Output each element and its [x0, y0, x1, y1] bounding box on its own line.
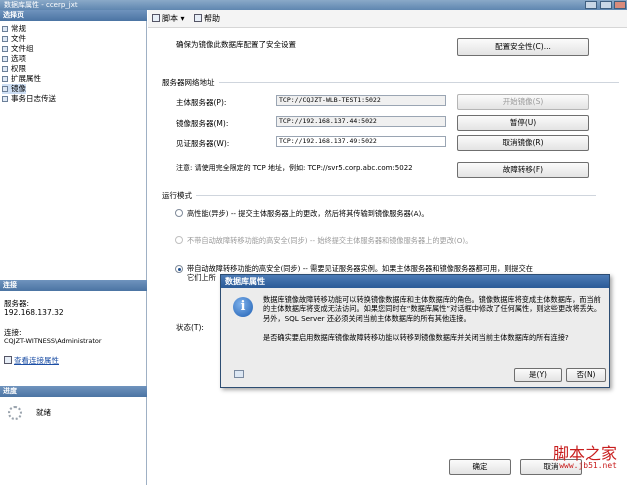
mode-high-safety-auto-label: 带自动故障转移功能的高安全(同步) -- 需要见证服务器实例。如果主体服务器和镜… [187, 264, 533, 273]
page-icon [2, 26, 8, 32]
page-icon [2, 76, 8, 82]
mirror-address-field[interactable]: TCP://192.168.137.44:5022 [276, 116, 446, 127]
properties-icon [4, 356, 12, 364]
info-icon: i [233, 297, 253, 317]
copy-icon[interactable] [234, 370, 244, 378]
progress-status: 就绪 [36, 408, 51, 417]
page-icon [2, 46, 8, 52]
watermark-url: www.jb51.net [559, 461, 617, 470]
page-item-options[interactable]: 选项 [2, 54, 26, 64]
chevron-down-icon: ▾ [180, 14, 185, 23]
witness-address-field[interactable]: TCP://192.168.137.49:5022 [276, 136, 446, 147]
page-item-filegroups[interactable]: 文件组 [2, 44, 34, 54]
minimize-button[interactable] [585, 1, 597, 9]
help-icon [194, 14, 202, 22]
remove-mirroring-button[interactable]: 取消镜像(R) [457, 135, 589, 151]
server-value: 192.168.137.32 [4, 308, 64, 317]
page-item-log-shipping[interactable]: 事务日志传送 [2, 94, 56, 104]
principal-address-field[interactable]: TCP://CQJZT-WLB-TEST1:5022 [276, 95, 446, 106]
dialog-yes-button[interactable]: 是(Y) [514, 368, 562, 382]
dialog-message: 数据库镜像故障转移功能可以转换镜像数据库和主体数据库的角色。镜像数据库将变成主体… [263, 295, 602, 323]
operating-mode-group: 运行模式 [162, 191, 596, 200]
status-label: 状态(T): [176, 323, 204, 332]
progress-spinner-icon [8, 406, 22, 420]
dialog-no-button[interactable]: 否(N) [566, 368, 606, 382]
page-icon [2, 56, 8, 62]
witness-label: 见证服务器(W): [176, 139, 230, 148]
close-button[interactable] [614, 1, 626, 9]
help-button[interactable]: 帮助 [194, 13, 220, 25]
view-connection-properties[interactable]: 查看连接属性 [4, 355, 59, 366]
start-mirroring-button[interactable]: 开始镜像(S) [457, 94, 589, 110]
page-item-general[interactable]: 常规 [2, 24, 26, 34]
mirror-label: 镜像服务器(M): [176, 119, 229, 128]
page-item-permissions[interactable]: 权限 [2, 64, 26, 74]
mode-high-safety-no-failover-label: 不带自动故障转移功能的高安全(同步) -- 始终提交主体服务器和镜像服务器上的更… [187, 236, 473, 245]
progress-header: 进度 [0, 386, 147, 397]
ok-button[interactable]: 确定 [449, 459, 511, 475]
radio-high-safety-auto-failover[interactable] [175, 265, 183, 273]
connection-value: CQJZT-WITNESS\Administrator [4, 337, 102, 345]
dialog-title: 数据库属性 [221, 275, 609, 288]
page-item-files[interactable]: 文件 [2, 34, 26, 44]
radio-high-performance[interactable] [175, 209, 183, 217]
window-title-bar: 数据库属性 - ccerp_jxt [0, 0, 627, 10]
page-item-extended-properties[interactable]: 扩展属性 [2, 74, 41, 84]
failover-button[interactable]: 故障转移(F) [457, 162, 589, 178]
radio-high-safety-no-failover[interactable] [175, 236, 183, 244]
security-note: 确保为镜像此数据库配置了安全设置 [176, 40, 296, 49]
pause-button[interactable]: 暂停(U) [457, 115, 589, 131]
principal-label: 主体服务器(P): [176, 98, 227, 107]
script-icon [152, 14, 160, 22]
mode-high-safety-auto-label-line2: 它们上所 [187, 273, 216, 282]
maximize-button[interactable] [600, 1, 612, 9]
page-icon [2, 86, 8, 92]
page-icon [2, 66, 8, 72]
window-title: 数据库属性 - ccerp_jxt [4, 1, 78, 9]
mirroring-page: 确保为镜像此数据库配置了安全设置 配置安全性(C)... 服务器网络地址 主体服… [148, 28, 627, 485]
left-pane: 选择页 常规 文件 文件组 选项 权限 扩展属性 镜像 事务日志传送 连接 服务… [0, 10, 147, 485]
page-icon [2, 96, 8, 102]
address-note: 注意: 请使用完全限定的 TCP 地址，例如: TCP://svr5.corp.… [176, 164, 413, 172]
page-icon [2, 36, 8, 42]
toolbar: 脚本 ▾ 帮助 [148, 10, 627, 28]
network-address-group: 服务器网络地址 [162, 78, 615, 87]
script-button[interactable]: 脚本 ▾ [152, 13, 185, 25]
confirm-failover-dialog: 数据库属性 i 数据库镜像故障转移功能可以转换镜像数据库和主体数据库的角色。镜像… [220, 274, 610, 388]
dialog-question: 是否确实要启用数据库镜像故障转移功能以转移到镜像数据库并关闭当前主体数据库的所有… [263, 333, 569, 342]
connection-header: 连接 [0, 280, 147, 291]
page-item-mirroring[interactable]: 镜像 [2, 84, 26, 94]
mode-high-performance-label: 高性能(异步) -- 提交主体服务器上的更改，然后将其传输到镜像服务器(A)。 [187, 209, 429, 218]
select-page-header: 选择页 [0, 10, 147, 21]
configure-security-button[interactable]: 配置安全性(C)... [457, 38, 589, 56]
